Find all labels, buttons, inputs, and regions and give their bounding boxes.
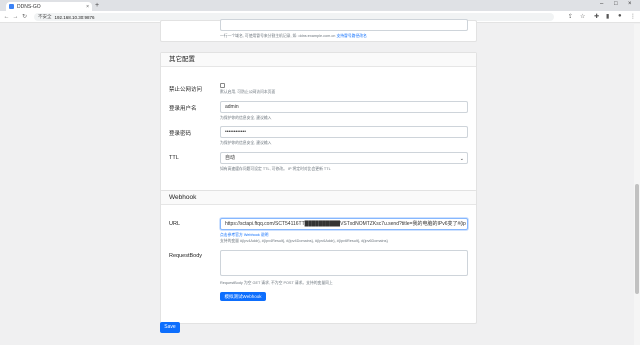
ddns-favicon-icon bbox=[9, 4, 14, 9]
request-body-help: RequestBody 为空 GET 请求, 不为空 POST 请求。支持的变量… bbox=[220, 281, 333, 285]
ttl-help: 如有高速缓存问题可设定 TTL, 可修改。 IP 将定时对比会更新 TTL bbox=[220, 167, 331, 171]
password-help: 为保护你的信息安全, 建议输入 bbox=[220, 141, 272, 145]
webhook-url-label: URL bbox=[169, 221, 181, 227]
disable-public-help: 默认启用, 可防止公网访问本页面 bbox=[220, 90, 276, 94]
ttl-label: TTL bbox=[169, 155, 179, 161]
menu-kebab-icon[interactable]: ⋮ bbox=[630, 13, 636, 20]
share-icon[interactable]: ⇪ bbox=[568, 13, 573, 20]
domains-card: 一行一个域名, 可使用冒号来分割主机记录, 如: ddns:example.co… bbox=[160, 19, 477, 42]
bookmark-star-icon[interactable]: ☆ bbox=[580, 13, 585, 20]
domains-textarea[interactable] bbox=[220, 19, 468, 31]
password-label: 登录密码 bbox=[169, 131, 192, 137]
username-label: 登录用户名 bbox=[169, 106, 197, 112]
disable-public-checkbox[interactable] bbox=[220, 83, 225, 88]
tab-title: DDNS-GO bbox=[17, 3, 41, 10]
username-help: 为保护你的信息安全, 建议输入 bbox=[220, 116, 272, 120]
username-input[interactable]: admin bbox=[220, 101, 468, 113]
tab-close-icon[interactable]: × bbox=[86, 4, 89, 10]
webhook-title: Webhook bbox=[161, 191, 476, 205]
back-arrow-icon[interactable]: ← bbox=[2, 14, 11, 20]
extensions-icon[interactable]: ✚ bbox=[594, 13, 599, 20]
domains-help-link[interactable]: 支持冒号路径改名 bbox=[336, 34, 366, 38]
new-tab-button[interactable]: + bbox=[95, 2, 99, 9]
sidebar-icon[interactable]: ▮ bbox=[606, 13, 609, 20]
webhook-variables-help: 支持的变量 #{ipv4Addr}, #{ipv4Result}, #{ipv4… bbox=[220, 239, 388, 243]
address-url[interactable]: 192.168.10.30:9876 bbox=[55, 15, 95, 20]
request-body-textarea[interactable] bbox=[220, 250, 468, 276]
page-content: 一行一个域名, 可使用冒号来分割主机记录, 如: ddns:example.co… bbox=[0, 19, 640, 345]
domains-help: 一行一个域名, 可使用冒号来分割主机记录, 如: ddns:example.co… bbox=[220, 34, 367, 38]
page-scrollbar[interactable] bbox=[634, 24, 640, 345]
scrollbar-thumb[interactable] bbox=[635, 184, 639, 294]
webhook-card: Webhook URL https://sctapi.ftqq.com/SCT5… bbox=[160, 190, 477, 324]
browser-tab[interactable]: DDNS-GO × bbox=[6, 2, 92, 11]
maximize-button[interactable]: □ bbox=[614, 1, 618, 7]
profile-avatar-icon[interactable]: ● bbox=[618, 13, 622, 19]
close-window-button[interactable]: × bbox=[628, 1, 632, 7]
other-config-title: 其它配置 bbox=[161, 53, 476, 67]
minimize-button[interactable]: – bbox=[600, 1, 603, 7]
ttl-select-value: 自动 bbox=[225, 155, 236, 161]
reload-icon[interactable]: ↻ bbox=[20, 13, 29, 20]
save-button[interactable]: Save bbox=[160, 322, 180, 333]
test-webhook-button[interactable]: 模拟测试Webhook bbox=[220, 292, 266, 301]
disable-public-label: 禁止公网访问 bbox=[169, 87, 203, 93]
webhook-url-input[interactable]: https://sctapi.ftqq.com/SCT54116TT██████… bbox=[220, 218, 468, 230]
request-body-label: RequestBody bbox=[169, 253, 203, 259]
chevron-down-icon: ⌄ bbox=[459, 156, 464, 162]
ttl-select[interactable]: 自动 ⌄ bbox=[220, 152, 468, 164]
webhook-docs-link[interactable]: 点击参考官方 Webhook 说明 bbox=[220, 233, 268, 238]
other-config-card: 其它配置 禁止公网访问 默认启用, 可防止公网访问本页面 登录用户名 admin… bbox=[160, 52, 477, 202]
browser-titlebar: DDNS-GO × + – □ × bbox=[0, 0, 640, 11]
password-input[interactable]: •••••••••••• bbox=[220, 126, 468, 138]
security-warning-label[interactable]: 不安全 bbox=[38, 14, 52, 20]
forward-arrow-icon[interactable]: → bbox=[11, 14, 20, 20]
